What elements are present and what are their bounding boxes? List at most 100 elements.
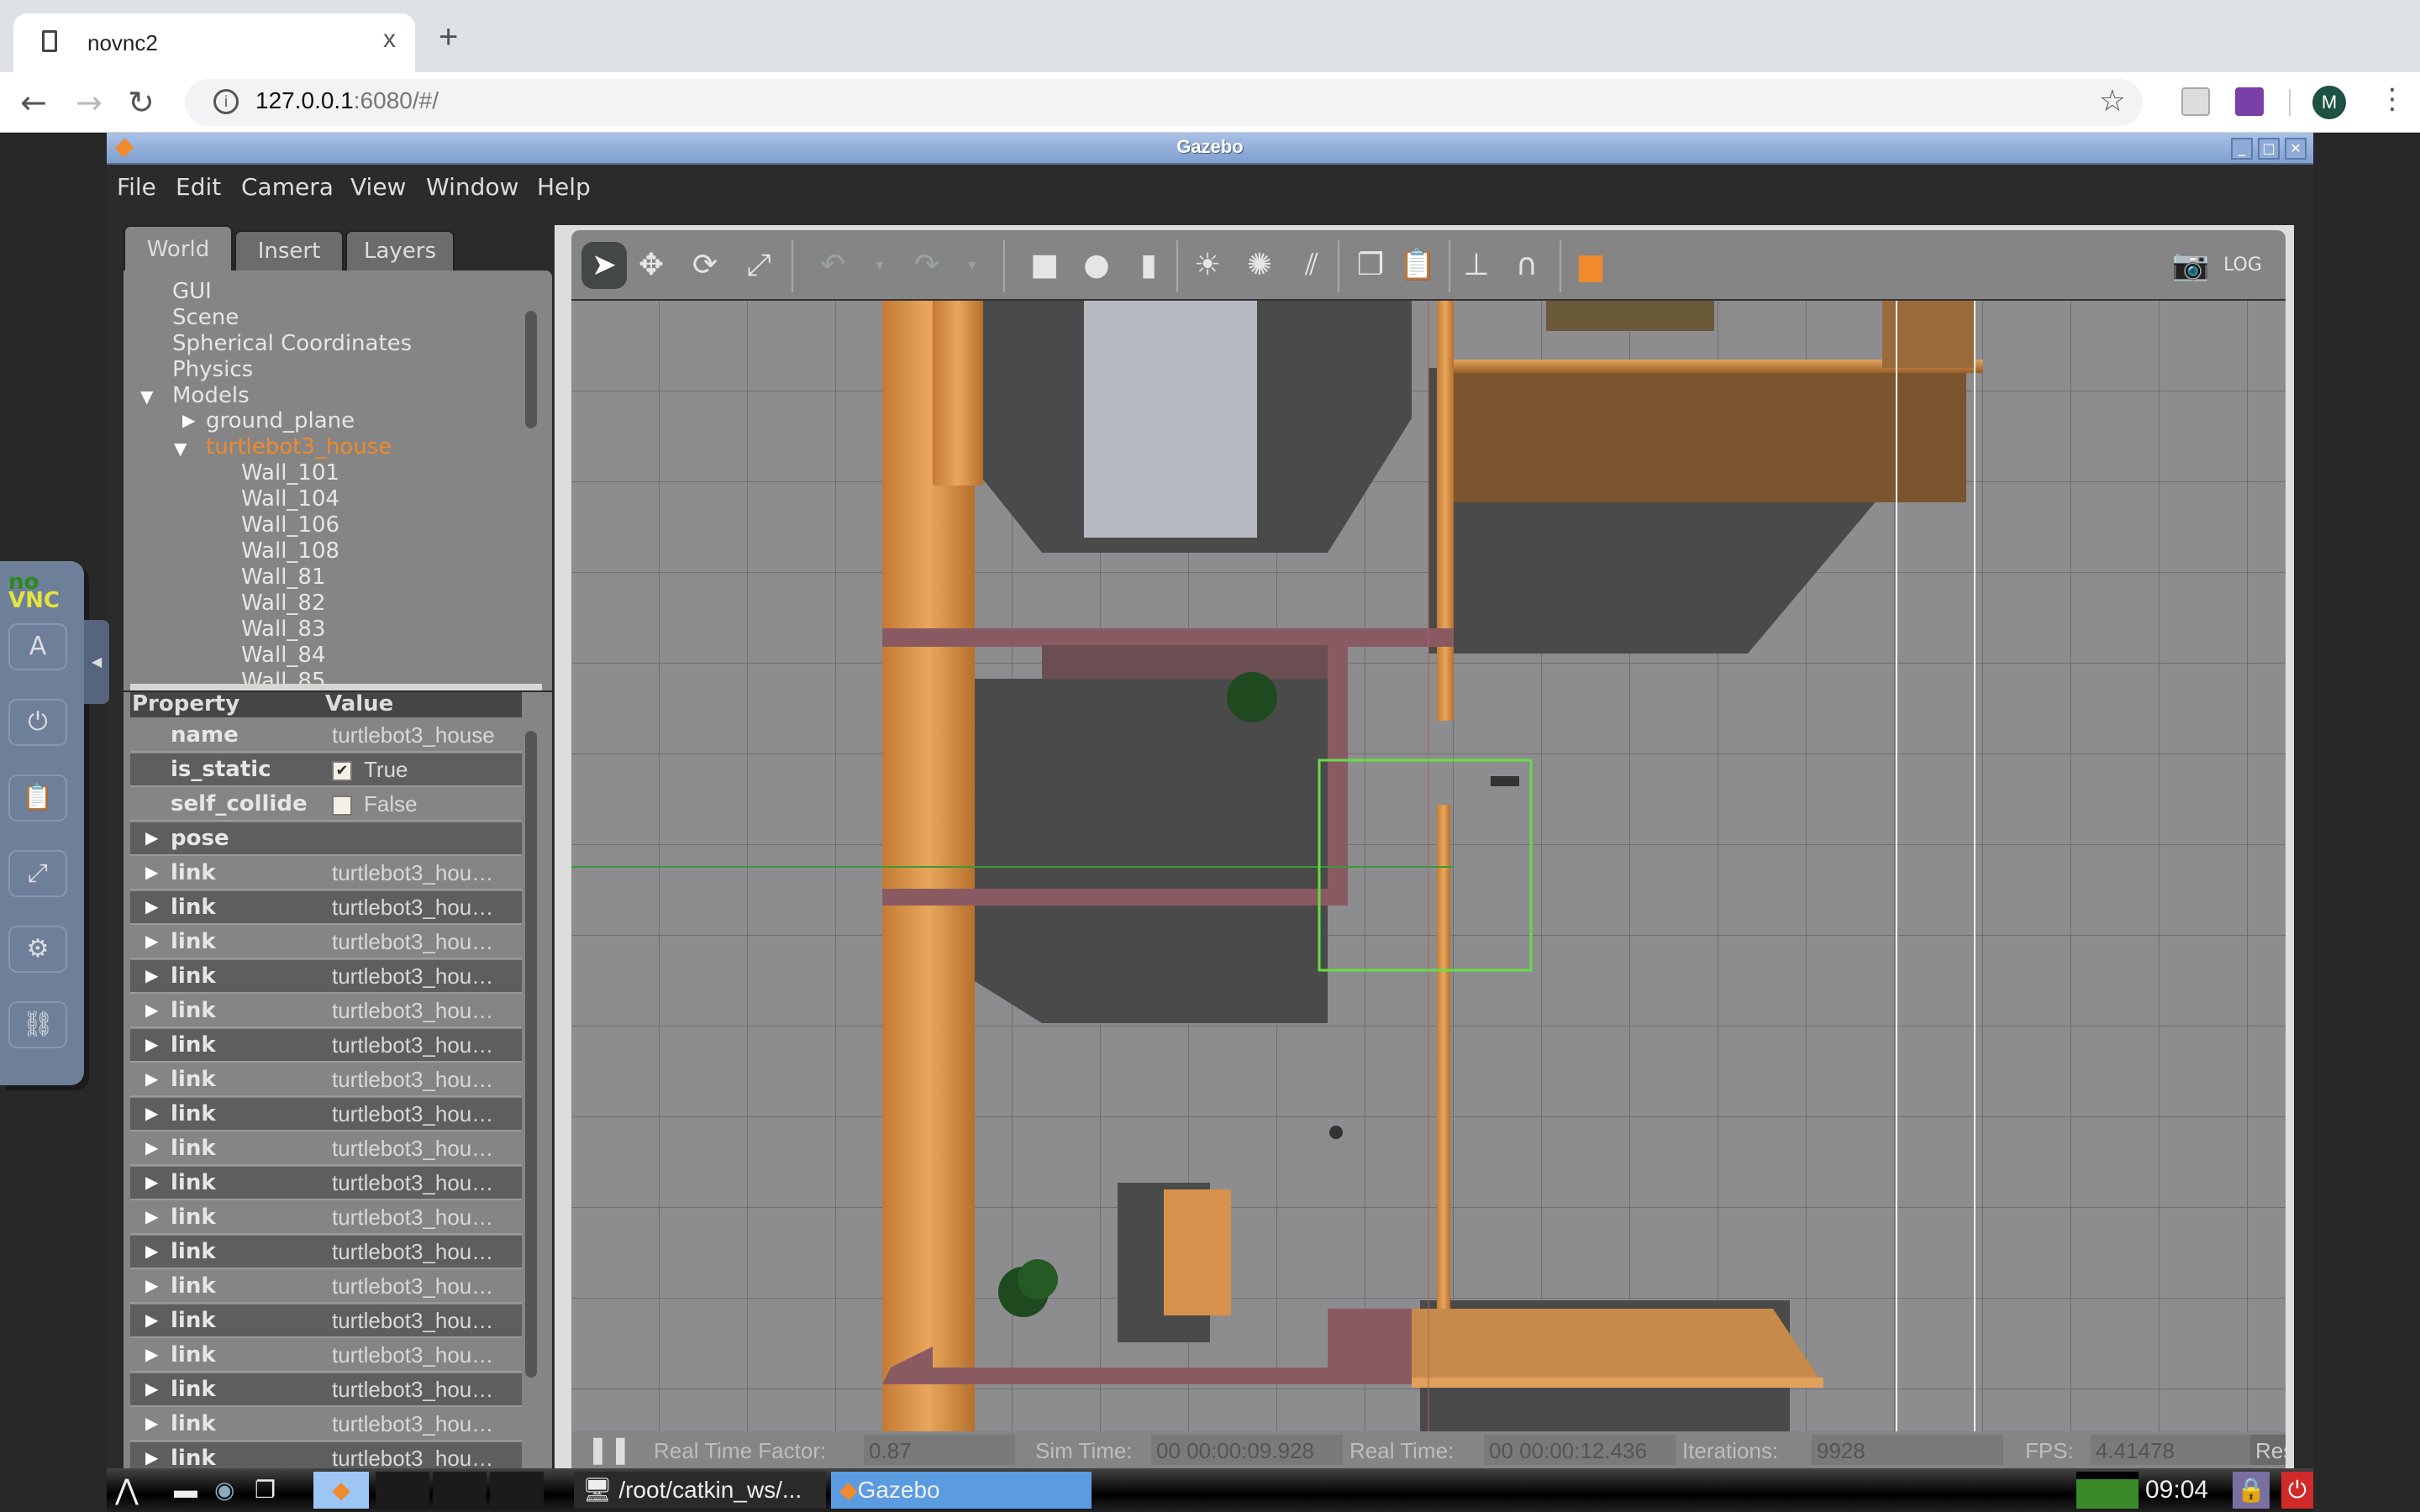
desktop-1-pager[interactable]: ◆ [313,1472,369,1509]
pause-button[interactable]: ❚❚ [587,1433,632,1465]
settings-gear-icon[interactable]: ⚙ [8,926,67,973]
expand-icon[interactable]: ▶ [145,1275,158,1295]
spot-light-icon[interactable]: ✺ [1237,242,1282,289]
minimize-all-icon[interactable]: ▬ [174,1472,197,1509]
prop-row-link[interactable]: ▶ link turtlebot3_hou… [130,1132,522,1166]
menu-file[interactable]: File [117,173,156,201]
log-icon[interactable]: LOG [2220,242,2265,289]
expand-icon[interactable]: ▶ [145,862,158,882]
undo-dropdown-icon[interactable]: ▾ [857,242,902,289]
expand-icon[interactable]: ▶ [145,1068,158,1089]
desktop-3-pager[interactable] [433,1472,487,1509]
box-shape-icon[interactable]: ■ [1022,242,1067,289]
turtlebot-robot[interactable] [1491,776,1519,786]
prop-row-link[interactable]: ▶ link turtlebot3_hou… [130,857,522,890]
lock-screen-icon[interactable]: 🔒 [2233,1472,2270,1509]
select-tool-icon[interactable]: ➤ [581,242,627,289]
expand-icon[interactable]: ▶ [145,965,158,985]
copy-icon[interactable]: ❐ [1348,242,1393,289]
prop-row-link[interactable]: ▶ link turtlebot3_hou… [130,1167,522,1200]
fullscreen-icon[interactable]: ⤢ [8,850,67,897]
prop-row-link[interactable]: ▶ link turtlebot3_hou… [130,1270,522,1304]
prop-row-link[interactable]: ▶ link turtlebot3_hou… [130,995,522,1028]
tree-item-wall[interactable]: Wall_84 [241,643,326,668]
clipboard-icon[interactable]: 📋 [8,774,67,822]
address-bar[interactable]: i 127.0.0.1:6080/#/ ☆ [185,79,2143,126]
prop-row-is-static[interactable]: is_static ✔ True [130,753,522,787]
prop-row-pose[interactable]: ▶ pose [130,822,522,856]
expand-models-icon[interactable]: ▼ [140,386,153,407]
menu-camera[interactable]: Camera [241,173,334,201]
tree-item-physics[interactable]: Physics [172,357,253,382]
screenshot-icon[interactable]: 📷 [2168,242,2213,289]
expand-icon[interactable]: ▶ [145,1413,158,1433]
expand-icon[interactable]: ▶ [145,1103,158,1123]
desktop-2-pager[interactable] [376,1472,429,1509]
expand-icon[interactable]: ▶ [145,1137,158,1158]
expand-icon[interactable]: ▶ [145,1034,158,1054]
tab-close-button[interactable]: x [383,25,396,54]
directional-light-icon[interactable]: ⫽ [1289,242,1334,289]
expand-ground-plane-icon[interactable]: ▶ [182,410,195,430]
prop-row-link[interactable]: ▶ link turtlebot3_hou… [130,1098,522,1131]
prop-row-link[interactable]: ▶ link turtlebot3_hou… [130,1305,522,1338]
prop-row-link[interactable]: ▶ link turtlebot3_hou… [130,1408,522,1441]
expand-house-icon[interactable]: ▼ [174,438,187,459]
expand-icon[interactable]: ▶ [145,1378,158,1399]
tree-item-gui[interactable]: GUI [172,279,212,304]
reload-button[interactable]: ↻ [128,84,155,121]
tab-layers[interactable]: Layers [345,230,455,272]
tree-item-wall[interactable]: Wall_83 [241,617,326,642]
panel-splitter[interactable] [130,684,542,690]
prop-row-name[interactable]: name turtlebot3_house [130,719,522,753]
tab-world[interactable]: World [124,225,233,276]
novnc-panel-handle[interactable]: ◀ [84,620,109,704]
close-button[interactable]: ✕ [2285,138,2307,160]
point-light-icon[interactable]: ☀ [1185,242,1230,289]
tree-item-spherical-coordinates[interactable]: Spherical Coordinates [172,331,412,356]
forward-button[interactable]: → [76,84,103,121]
taskbar-terminal[interactable]: 🖥 /root/catkin_ws/... [574,1472,826,1509]
url-text[interactable]: 127.0.0.1:6080/#/ [255,87,439,114]
scene-graphic[interactable] [571,301,2286,1431]
tree-item-wall[interactable]: Wall_104 [241,486,339,512]
window-titlebar[interactable]: Gazebo _ □ ✕ [107,133,2313,165]
expand-icon[interactable]: ▶ [145,1344,158,1364]
is-static-checkbox[interactable]: ✔ [332,761,352,782]
keyboard-icon[interactable]: A [8,623,67,670]
menu-window[interactable]: Window [426,173,518,201]
self-collide-checkbox[interactable] [332,795,352,816]
view-angle-icon[interactable]: ▆ [1568,242,1613,289]
snap-magnet-icon[interactable]: ∩ [1504,242,1549,289]
prop-row-link[interactable]: ▶ link turtlebot3_hou… [130,926,522,959]
back-button[interactable]: ← [20,84,47,121]
prop-row-link[interactable]: ▶ link turtlebot3_hou… [130,1339,522,1373]
logout-power-icon[interactable]: ⏻ [2281,1472,2313,1509]
align-icon[interactable]: ⊥ [1454,242,1499,289]
start-menu-icon[interactable]: ⋀ [115,1472,139,1509]
prop-row-link[interactable]: ▶ link turtlebot3_hou… [130,1236,522,1269]
rotate-tool-icon[interactable]: ⟳ [682,242,728,289]
extension-onenote-icon[interactable] [2235,87,2264,116]
prop-value[interactable]: turtlebot3_house [332,722,495,748]
tree-scrollbar[interactable] [525,311,537,428]
window-switcher-icon[interactable]: ❐ [255,1472,276,1509]
prop-row-link[interactable]: ▶ link turtlebot3_hou… [130,1373,522,1407]
browser-launcher-icon[interactable]: ◉ [214,1472,234,1509]
tree-item-wall[interactable]: Wall_106 [241,512,339,538]
sphere-shape-icon[interactable]: ● [1074,242,1119,289]
tree-item-scene[interactable]: Scene [172,305,239,330]
bookmark-star-icon[interactable]: ☆ [2099,84,2126,118]
expand-icon[interactable]: ▶ [145,1000,158,1020]
prop-row-link[interactable]: ▶ link turtlebot3_hou… [130,1201,522,1235]
expand-icon[interactable]: ▶ [145,896,158,916]
translate-tool-icon[interactable]: ✥ [629,242,674,289]
profile-avatar[interactable]: M [2312,86,2346,119]
new-tab-button[interactable]: + [439,18,458,56]
expand-icon[interactable]: ▶ [145,1172,158,1192]
tree-item-wall[interactable]: Wall_101 [241,460,339,486]
menu-edit[interactable]: Edit [176,173,221,201]
paste-icon[interactable]: 📋 [1395,242,1440,289]
tree-item-turtlebot3-house[interactable]: turtlebot3_house [206,434,392,459]
redo-dropdown-icon[interactable]: ▾ [950,242,995,289]
